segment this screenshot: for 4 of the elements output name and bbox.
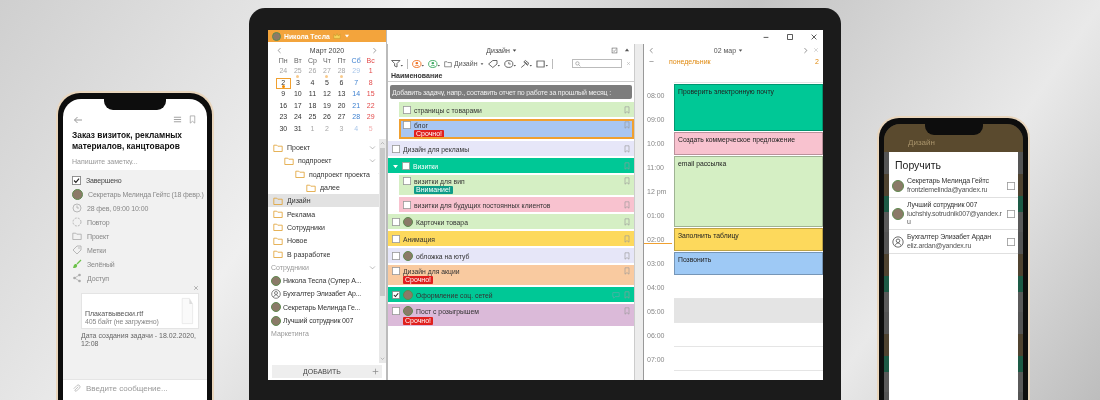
- task-title: Заказ визиток, рекламных материалов, канцтоваров: [71, 129, 184, 153]
- sheet-title: Поручить: [894, 159, 942, 173]
- screen-title: Дизайн: [908, 138, 935, 147]
- message-field[interactable]: Введите сообщение...: [86, 383, 198, 393]
